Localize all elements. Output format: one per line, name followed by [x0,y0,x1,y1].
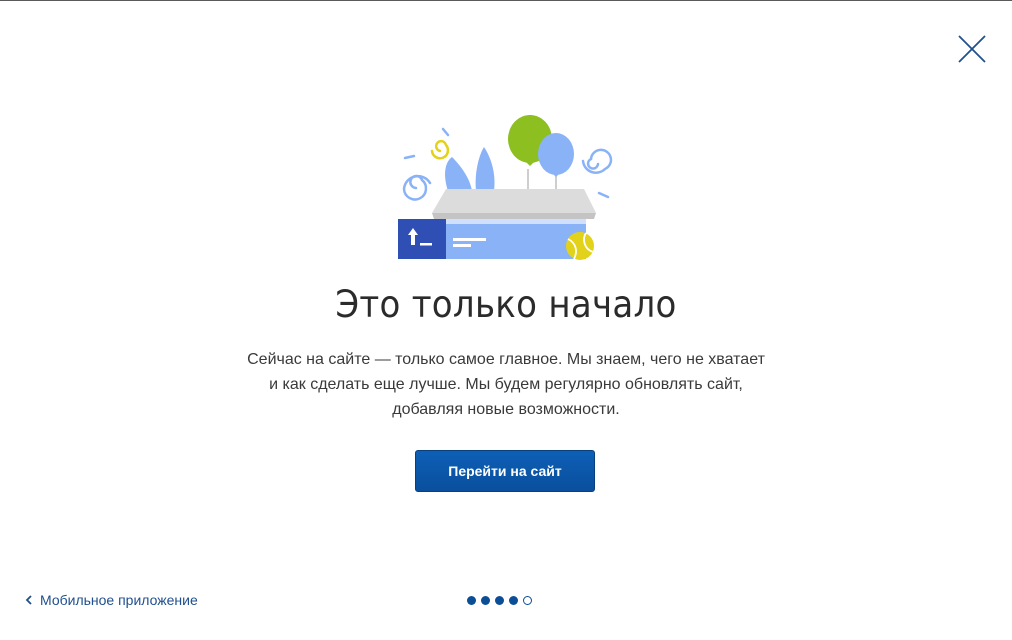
gift-box-illustration [398,115,613,260]
chevron-left-icon [25,595,32,605]
close-icon [958,35,986,63]
dialog-description: Сейчас на сайте — только самое главное. … [247,351,765,418]
pagination-dots [467,596,532,605]
go-to-site-button[interactable]: Перейти на сайт [415,450,595,492]
pagination-dot-5-current[interactable] [523,596,532,605]
pagination-dot-4[interactable] [509,596,518,605]
back-link-mobile-app[interactable]: Мобильное приложение [24,592,198,608]
close-button[interactable] [955,33,989,67]
pagination-dot-2[interactable] [481,596,490,605]
pagination-dot-3[interactable] [495,596,504,605]
dialog-headline: Это только начало [335,283,677,326]
back-link-label: Мобильное приложение [40,592,198,608]
onboarding-dialog: Это только начало Сейчас на сайте — толь… [0,0,1012,640]
pagination-dot-1[interactable] [467,596,476,605]
